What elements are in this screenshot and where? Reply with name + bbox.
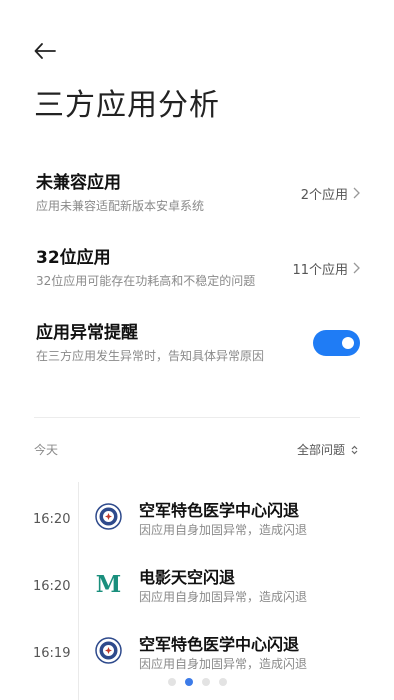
event-app-name: 电影天空闪退: [139, 568, 236, 587]
page-dot[interactable]: [201, 678, 210, 686]
event-time: 16:19: [33, 646, 71, 661]
back-button[interactable]: [30, 36, 60, 66]
section-label-today: 今天: [34, 443, 59, 457]
event-time: 16:20: [33, 579, 71, 594]
event-reason: 因应用自身加固异常，造成闪退: [139, 523, 308, 537]
abnormal-alert-toggle[interactable]: [313, 330, 360, 356]
filter-dropdown[interactable]: 全部问题: [297, 441, 358, 458]
32bit-apps-row[interactable]: 32位应用 32位应用可能存在功耗高和不稳定的问题 11个应用: [36, 247, 360, 289]
event-app-name: 空军特色医学中心闪退: [139, 635, 300, 654]
svg-text:M: M: [96, 571, 121, 597]
page-indicator: [0, 678, 394, 686]
setting-desc: 应用未兼容适配新版本安卓系统: [36, 199, 205, 213]
abnormal-alert-row: 应用异常提醒 在三方应用发生异常时，告知具体异常原因: [36, 322, 360, 364]
back-arrow-icon: [34, 43, 56, 59]
toggle-knob: [342, 337, 354, 349]
filter-label: 全部问题: [296, 443, 345, 457]
crash-event-item[interactable]: 16:20 空军特色医学中心闪退 因应用自身加固异常，造成闪退: [0, 497, 394, 547]
chevron-right-icon: [353, 187, 360, 199]
setting-name: 32位应用: [36, 248, 111, 268]
page-dot-active[interactable]: [184, 678, 193, 686]
setting-value: 11个应用: [292, 262, 348, 278]
chevron-right-icon: [353, 262, 360, 274]
page-dot[interactable]: [218, 678, 227, 686]
setting-desc: 32位应用可能存在功耗高和不稳定的问题: [36, 274, 256, 288]
sort-toggle-icon: [351, 445, 358, 454]
incompatible-apps-row[interactable]: 未兼容应用 应用未兼容适配新版本安卓系统 2个应用: [36, 172, 360, 214]
page-title: 三方应用分析: [34, 88, 220, 123]
crash-event-item[interactable]: 16:20 M 电影天空闪退 因应用自身加固异常，造成闪退: [0, 564, 394, 614]
section-divider: [34, 417, 360, 418]
event-reason: 因应用自身加固异常，造成闪退: [139, 657, 308, 671]
setting-name: 未兼容应用: [36, 173, 121, 193]
event-reason: 因应用自身加固异常，造成闪退: [139, 590, 308, 604]
setting-desc: 在三方应用发生异常时，告知具体异常原因: [36, 349, 265, 363]
setting-value: 2个应用: [300, 187, 348, 203]
crash-event-item[interactable]: 16:19 空军特色医学中心闪退 因应用自身加固异常，造成闪退: [0, 631, 394, 681]
hospital-emblem-icon: [95, 637, 122, 664]
hospital-emblem-icon: [95, 503, 122, 530]
event-app-name: 空军特色医学中心闪退: [139, 501, 300, 520]
setting-name: 应用异常提醒: [36, 323, 138, 343]
letter-m-icon: M: [95, 570, 122, 597]
event-time: 16:20: [33, 512, 71, 527]
page-dot[interactable]: [167, 678, 176, 686]
